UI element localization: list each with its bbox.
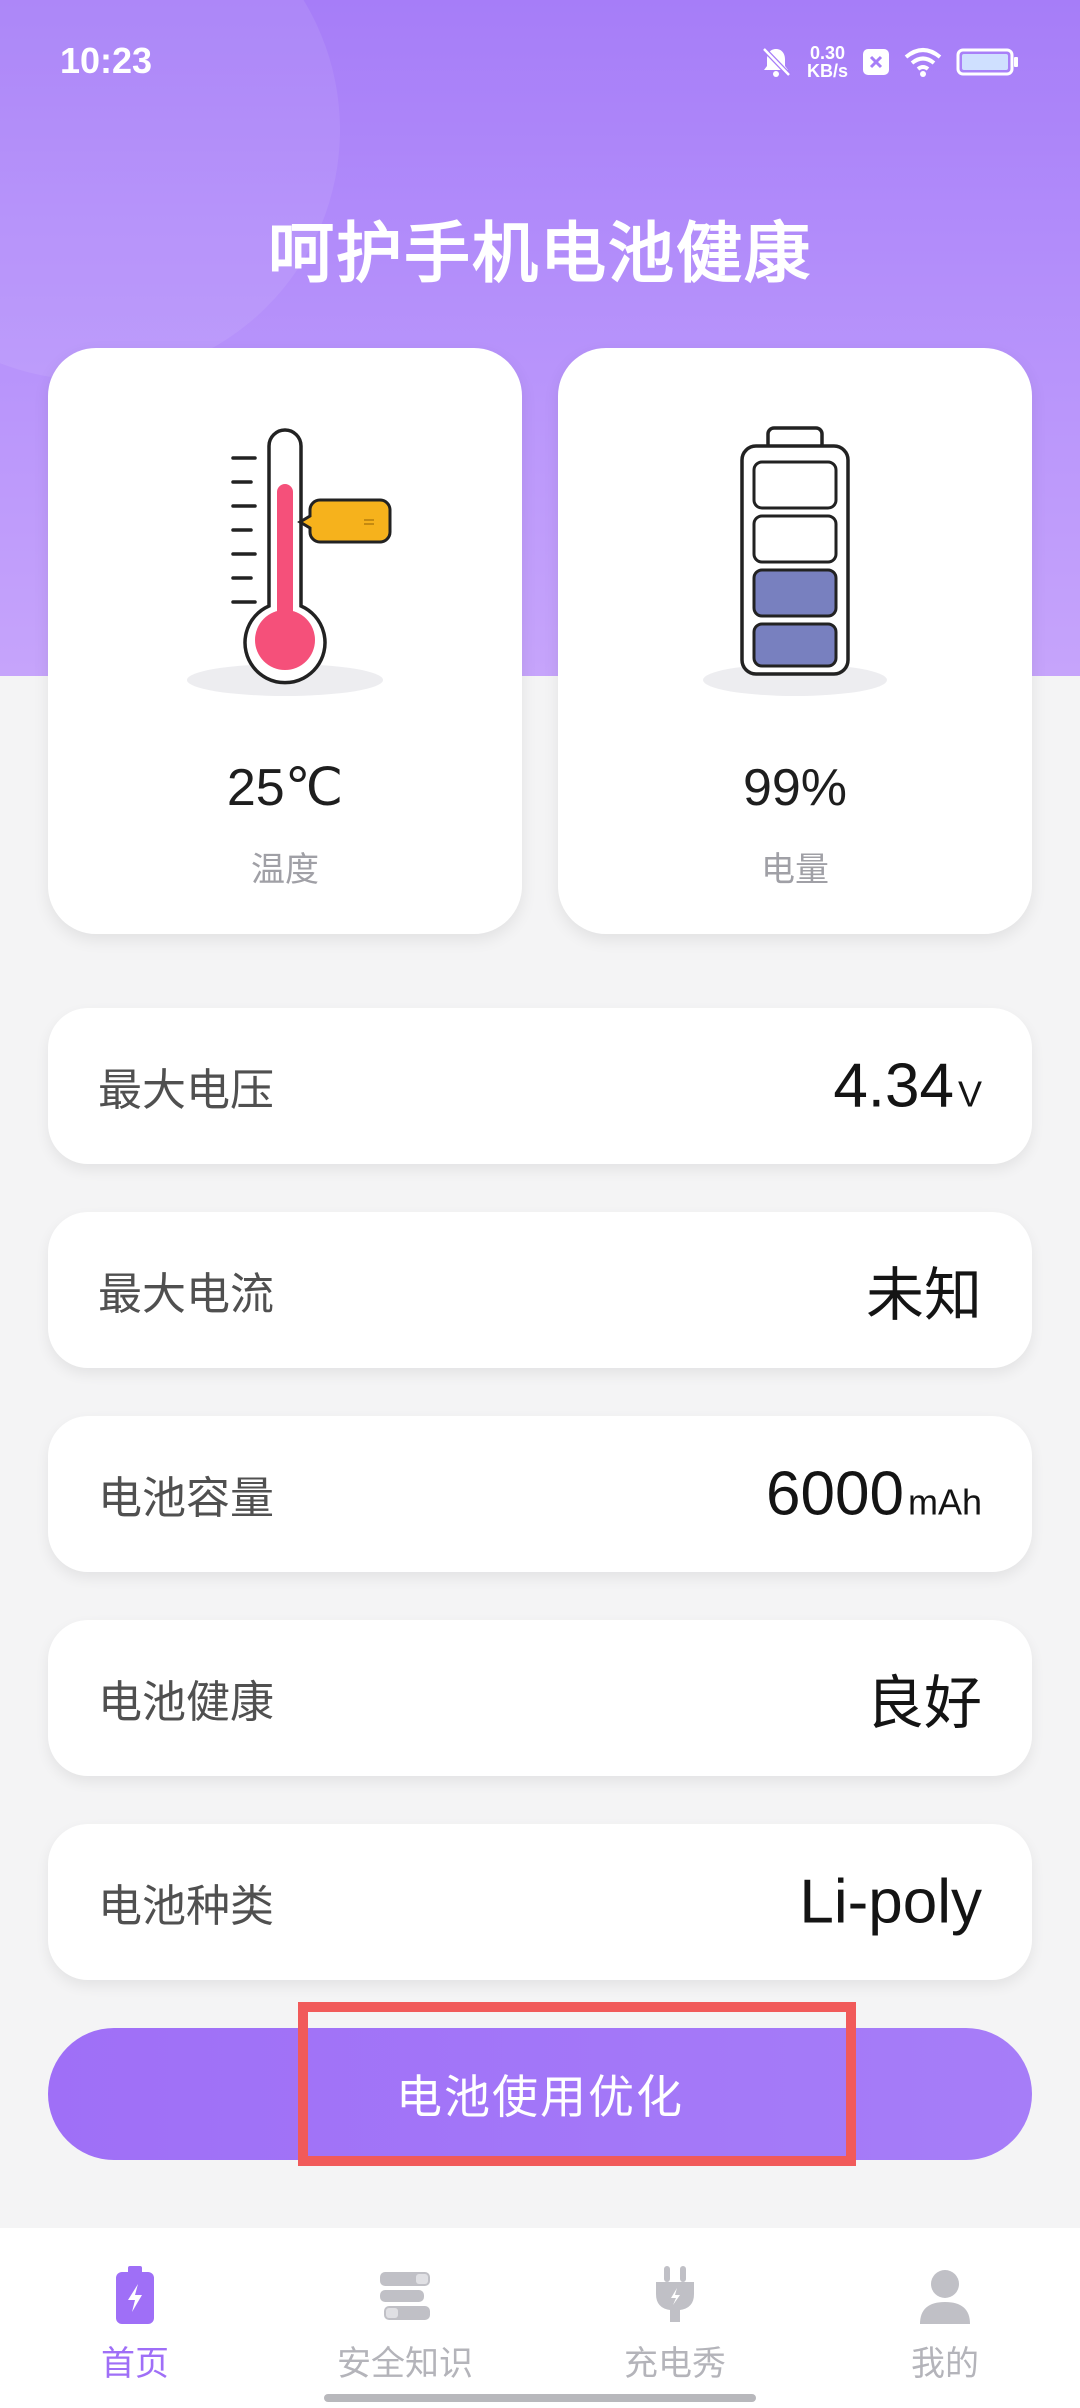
net-speed: 0.30 KB/s	[807, 44, 848, 80]
row-value-number: 4.34	[833, 1051, 954, 1121]
row-value: 良好	[866, 1656, 982, 1740]
row-label: 电池容量	[98, 1473, 274, 1524]
tab-charging-show[interactable]: 充电秀	[540, 2228, 810, 2408]
tab-safety-knowledge[interactable]: 安全知识	[270, 2228, 540, 2408]
bottom-tab-bar: 首页 安全知识 充电秀 我的	[0, 2228, 1080, 2408]
info-row-health: 电池健康 良好	[48, 1620, 1032, 1776]
close-box-icon	[863, 49, 889, 75]
thermometer-icon	[187, 428, 392, 696]
row-value-text: 良好	[865, 1669, 982, 1737]
mute-bell-icon	[762, 47, 791, 77]
books-icon	[380, 2272, 430, 2320]
battery-status-icon	[956, 48, 1018, 76]
row-value: 未知	[866, 1248, 982, 1332]
battery-optimize-button[interactable]: 电池使用优化	[48, 2028, 1032, 2160]
tab-mine[interactable]: 我的	[810, 2228, 1080, 2408]
charge-card: 99% 电量	[558, 348, 1032, 934]
temperature-value: 25℃	[226, 759, 344, 817]
page-title: 呵护手机电池健康	[268, 215, 812, 292]
tab-label: 充电秀	[624, 2344, 726, 2384]
charge-value: 99%	[742, 759, 848, 817]
row-value-number: 6000	[766, 1459, 904, 1529]
net-speed-unit: KB/s	[806, 61, 848, 81]
row-value: 4.34 V	[833, 1051, 982, 1122]
plug-icon	[656, 2266, 694, 2322]
charge-label: 电量	[761, 850, 829, 890]
tab-label: 首页	[101, 2344, 169, 2384]
row-value-text: 未知	[865, 1261, 982, 1329]
row-label: 最大电压	[98, 1065, 274, 1116]
row-value: Li-poly	[799, 1867, 982, 1938]
tab-label: 安全知识	[337, 2344, 473, 2384]
tab-home[interactable]: 首页	[0, 2228, 270, 2408]
row-value-unit: mAh	[907, 1481, 982, 1523]
row-value-unit: V	[957, 1073, 982, 1115]
wifi-icon	[904, 48, 942, 77]
user-icon	[920, 2270, 970, 2324]
info-row-max-voltage: 最大电压 4.34 V	[48, 1008, 1032, 1164]
info-row-max-current: 最大电流 未知	[48, 1212, 1032, 1368]
status-time: 10:23	[60, 40, 153, 81]
row-label: 电池种类	[98, 1881, 274, 1932]
battery-level-icon	[703, 426, 887, 696]
row-value-text: Li-poly	[799, 1867, 982, 1937]
net-speed-value: 0.30	[809, 43, 846, 63]
row-label: 电池健康	[98, 1677, 274, 1728]
status-bar: 10:23 0.30 KB/s	[0, 0, 1080, 126]
home-indicator[interactable]	[324, 2394, 756, 2402]
row-label: 最大电流	[98, 1269, 274, 1320]
status-icons: 0.30 KB/s	[759, 44, 1020, 80]
battery-bolt-icon	[116, 2266, 154, 2324]
info-row-battery-type: 电池种类 Li-poly	[48, 1824, 1032, 1980]
temperature-label: 温度	[251, 850, 319, 890]
tab-label: 我的	[911, 2344, 979, 2384]
temperature-card: 25℃ 温度	[48, 348, 522, 934]
row-value: 6000 mAh	[766, 1459, 982, 1530]
info-row-capacity: 电池容量 6000 mAh	[48, 1416, 1032, 1572]
